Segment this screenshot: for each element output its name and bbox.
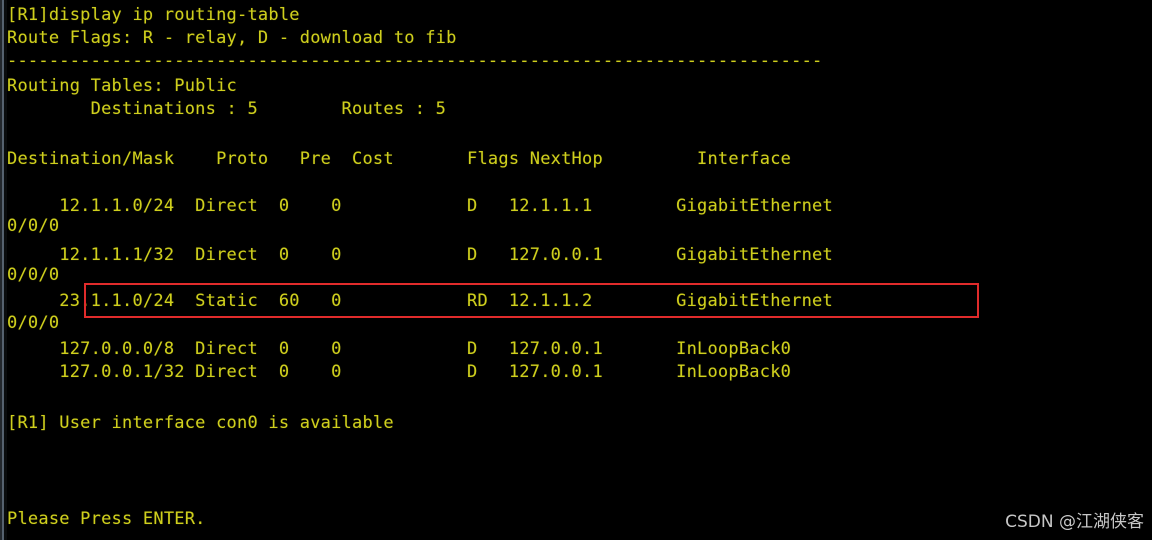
destinations-routes-counts: Destinations : 5 Routes : 5 [7, 99, 447, 119]
table-row-continuation: 0/0/0 [7, 313, 60, 333]
console-output[interactable]: [R1]display ip routing-table Route Flags… [7, 0, 1152, 540]
user-interface-status: [R1] User interface con0 is available [7, 413, 394, 433]
csdn-watermark: CSDN @江湖侠客 [1005, 512, 1144, 532]
table-row: 12.1.1.0/24 Direct 0 0 D 12.1.1.1 Gigabi… [7, 196, 833, 216]
table-row: 127.0.0.1/32 Direct 0 0 D 127.0.0.1 InLo… [7, 362, 792, 382]
press-enter-prompt: Please Press ENTER. [7, 509, 206, 529]
table-row: 12.1.1.1/32 Direct 0 0 D 127.0.0.1 Gigab… [7, 245, 833, 265]
command-line: [R1]display ip routing-table [7, 5, 300, 25]
routing-tables-label: Routing Tables: Public [7, 76, 238, 96]
separator-line: ----------------------------------------… [7, 51, 823, 71]
route-flags-legend: Route Flags: R - relay, D - download to … [7, 28, 457, 48]
table-row-highlighted: 23.1.1.0/24 Static 60 0 RD 12.1.1.2 Giga… [7, 291, 833, 311]
table-header-row: Destination/Mask Proto Pre Cost Flags Ne… [7, 149, 792, 169]
table-row-continuation: 0/0/0 [7, 216, 60, 236]
terminal-window[interactable]: [R1]display ip routing-table Route Flags… [0, 0, 1152, 540]
table-row-continuation: 0/0/0 [7, 265, 60, 285]
table-row: 127.0.0.0/8 Direct 0 0 D 127.0.0.1 InLoo… [7, 339, 792, 359]
